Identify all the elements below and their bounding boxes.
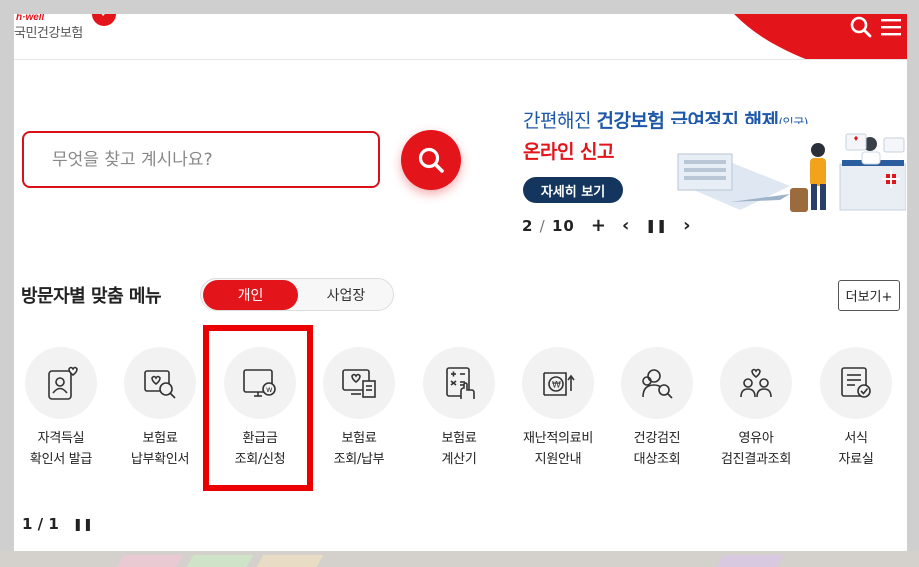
section-title: 방문자별 맞춤 메뉴 [21,286,162,307]
menu-item-label: 보험료 납부확인서 [130,431,190,467]
menu-item-label: 보험료 계산기 [441,431,477,467]
window-frame-right [907,0,919,567]
search-input[interactable] [52,149,378,170]
menu-pause-icon[interactable]: ❚❚ [73,517,93,531]
menu-item-label: 건강검진 대상조회 [633,431,681,467]
menu-page-indicator: 1 / 1 [22,515,59,533]
menu-item-premium-calculator[interactable]: 보험료 계산기 [409,347,509,470]
family-heart-icon [720,347,792,419]
svg-text:₩: ₩ [552,381,561,391]
window-frame-bottom [0,551,919,567]
menu-item-infant-checkup-result[interactable]: 영유아 검진결과조회 [706,347,806,470]
hamburger-menu-icon[interactable] [879,16,903,38]
menu-item-label: 재난적의료비 지원안내 [523,431,593,467]
form-document-icon [820,347,892,419]
menu-item-qualification-certificate[interactable]: 자격득실 확인서 발급 [11,347,111,470]
banner-next-icon[interactable]: › [683,217,690,235]
site-header: h·well 국민건강보험 [14,14,907,60]
banner-add-button[interactable]: + [591,217,606,235]
menu-item-label: 영유아 검진결과조회 [721,431,791,467]
banner-pause-icon[interactable]: ❚❚ [645,220,667,233]
window-frame-left [0,0,14,567]
menu-item-form-library[interactable]: 서식 자료실 [806,347,906,470]
menu-item-label: 보험료 조회/납부 [333,431,385,467]
tab-personal[interactable]: 개인 [203,280,298,310]
banner-subheadline: 온라인 신고 [523,141,615,163]
menu-item-premium-payment-certificate[interactable]: 보험료 납부확인서 [110,347,210,470]
menu-item-label: 서식 자료실 [838,431,874,467]
header-red-swoosh [707,14,907,59]
window-frame-top [0,0,919,14]
search-field[interactable] [22,131,380,188]
menu-item-label: 자격득실 확인서 발급 [29,431,93,467]
heart-search-icon [124,347,196,419]
calculator-hand-icon [423,347,495,419]
visitor-type-toggle: 개인 사업장 [200,278,394,311]
logo-text: 국민건강보험 [14,26,83,41]
won-support-icon: ₩ [522,347,594,419]
search-icon [418,147,444,173]
menu-item-health-checkup-target[interactable]: 건강검진 대상조회 [607,347,707,470]
logo-heart-icon [92,14,116,26]
menu-item-premium-inquiry-payment[interactable]: 보험료 조회/납부 [309,347,409,470]
site-logo[interactable]: h·well 국민건강보험 [14,14,124,52]
search-button[interactable] [401,130,461,190]
promo-banner[interactable]: 간편해진 건강보험 급여정지 해제(입국) 온라인 신고 자세히 보기 [520,100,906,225]
banner-page-indicator: 2 / 10 [522,217,575,235]
banner-pager: 2 / 10 + ‹ ❚❚ › [522,215,691,237]
header-search-icon[interactable] [849,15,873,39]
tab-business[interactable]: 사업장 [299,280,393,310]
more-button[interactable]: 더보기+ [838,280,900,311]
banner-detail-button[interactable]: 자세히 보기 [523,177,623,203]
menu-pager: 1 / 1 ❚❚ [22,515,93,533]
highlight-box [203,325,313,491]
banner-prev-icon[interactable]: ‹ [622,217,629,235]
id-card-heart-icon [25,347,97,419]
people-search-icon [621,347,693,419]
menu-item-catastrophic-medical-support[interactable]: ₩ 재난적의료비 지원안내 [508,347,608,470]
monitor-document-icon [323,347,395,419]
airport-counter-illustration [670,124,906,220]
